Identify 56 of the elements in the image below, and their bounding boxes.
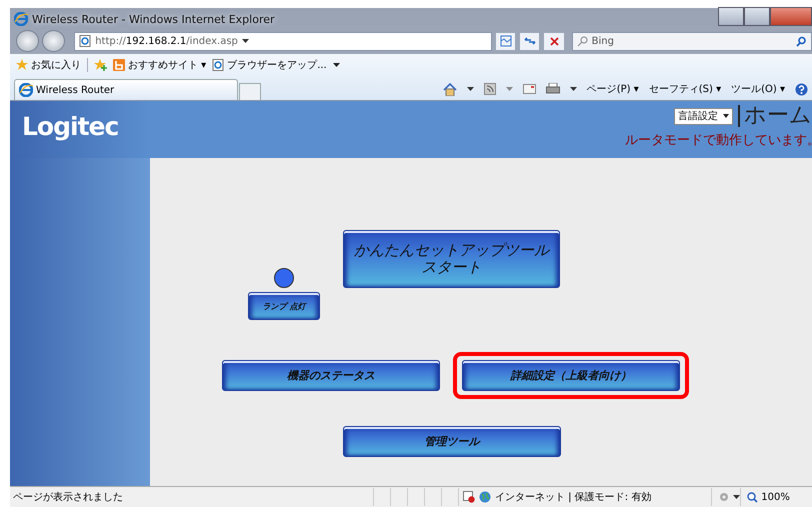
refresh-icon (524, 36, 536, 46)
language-select[interactable]: 言語設定 (674, 108, 733, 124)
dropdown-arrow-icon[interactable] (332, 63, 340, 67)
dropdown-arrow-icon[interactable] (570, 87, 577, 91)
stop-button[interactable] (543, 32, 565, 50)
mail-icon[interactable] (522, 84, 536, 94)
star-icon (16, 59, 28, 71)
globe-icon (479, 491, 491, 503)
browser-tab[interactable]: Wireless Router (14, 79, 238, 100)
maximize-button[interactable] (744, 6, 770, 26)
compatibility-button[interactable] (495, 32, 516, 50)
search-icon (576, 36, 588, 46)
menu-button[interactable]: 詳細設定（上級者向け） (462, 360, 680, 391)
browser-logo-icon (19, 83, 33, 97)
brand-logo: Logitec (22, 112, 118, 141)
browser-logo-icon (14, 12, 28, 26)
close-icon (550, 36, 559, 46)
feed-icon[interactable] (484, 83, 496, 95)
status-message: ページが表示されました (12, 490, 124, 504)
dropdown-arrow-icon[interactable] (466, 87, 474, 91)
command-menu[interactable]: セーフティ(S) ▾ (648, 82, 722, 96)
security-zone-text: インターネット | 保護モード: 有効 (495, 490, 652, 504)
square-icon (113, 59, 125, 71)
zoom-icon (747, 492, 758, 502)
page-icon (212, 59, 224, 71)
close-button[interactable] (770, 6, 812, 26)
search-field[interactable]: Bing (572, 32, 812, 50)
page-heading: ホーム (738, 105, 812, 127)
forward-button[interactable] (42, 30, 66, 52)
dropdown-arrow-icon (723, 114, 729, 118)
zoom-button[interactable]: 100% (740, 488, 790, 506)
mode-message: ルータモードで動作しています。 (625, 132, 812, 149)
minimize-button[interactable] (718, 6, 744, 26)
dropdown-arrow-icon[interactable] (733, 495, 740, 499)
favorites-item[interactable]: おすすめサイト ▾ (113, 58, 206, 72)
search-icon (796, 36, 807, 46)
add-favorite-icon[interactable] (94, 59, 107, 71)
favorites-item[interactable]: ブラウザーをアップ... (212, 58, 327, 72)
command-menu[interactable]: ツール(O) ▾ (731, 82, 785, 96)
command-menu[interactable]: ページ(P) ▾ (586, 82, 639, 96)
page-icon (79, 35, 92, 47)
favorites-item[interactable]: お気に入り (16, 58, 81, 72)
help-icon[interactable] (795, 82, 808, 96)
window-title: Wireless Router - Windows Internet Explorer (32, 12, 275, 26)
broken-page-icon (500, 35, 512, 47)
printer-icon[interactable] (546, 83, 560, 95)
back-button[interactable] (16, 30, 40, 52)
refresh-button[interactable] (519, 32, 540, 50)
blocked-page-icon (463, 491, 475, 503)
address-field[interactable]: http://192.168.2.1/index.asp (74, 32, 492, 50)
dropdown-arrow-icon (242, 39, 249, 43)
menu-button[interactable]: 機器のステータス (222, 360, 440, 391)
menu-button[interactable]: かんたんセットアップツール スタート (343, 230, 560, 288)
home-icon[interactable] (442, 82, 457, 96)
lamp-button[interactable]: ランプ 点灯 (248, 292, 320, 320)
menu-button[interactable]: 管理ツール (343, 426, 561, 457)
